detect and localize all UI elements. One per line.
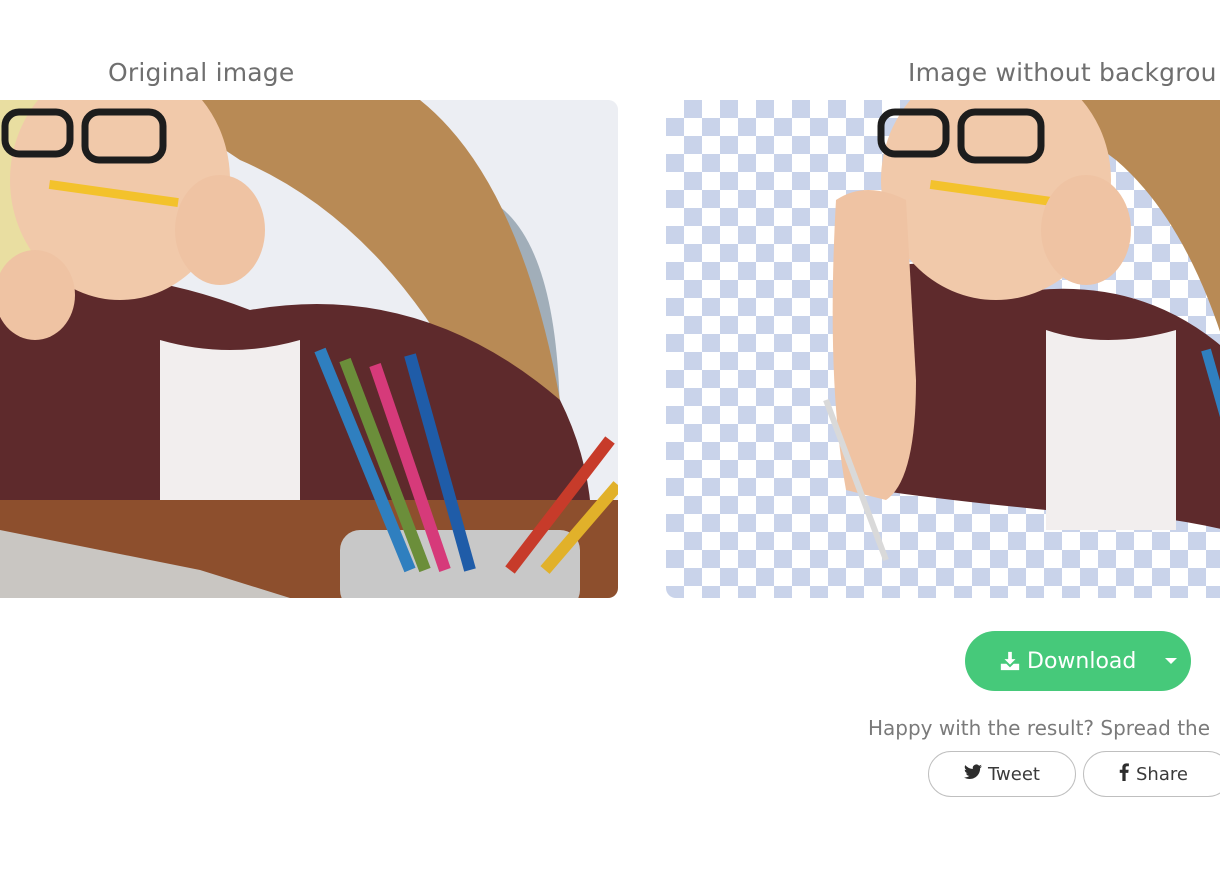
- tweet-button[interactable]: Tweet: [928, 751, 1076, 797]
- download-button[interactable]: Download: [965, 631, 1191, 691]
- facebook-icon: [1118, 762, 1130, 786]
- tweet-label: Tweet: [988, 763, 1040, 785]
- result-photo-illustration: [823, 100, 1220, 562]
- share-label: Share: [1136, 763, 1188, 785]
- share-button[interactable]: Share: [1083, 751, 1220, 797]
- spread-the-word-text: Happy with the result? Spread the: [868, 716, 1211, 740]
- download-label: Download: [1027, 648, 1137, 674]
- original-image: [0, 100, 618, 598]
- original-photo-illustration: [0, 100, 618, 598]
- chevron-down-icon[interactable]: [1165, 658, 1177, 664]
- result-image: [666, 100, 1220, 598]
- download-icon: [1000, 651, 1020, 671]
- twitter-icon: [964, 763, 983, 785]
- result-image-title: Image without backgrou: [908, 58, 1217, 87]
- original-image-title: Original image: [108, 58, 295, 87]
